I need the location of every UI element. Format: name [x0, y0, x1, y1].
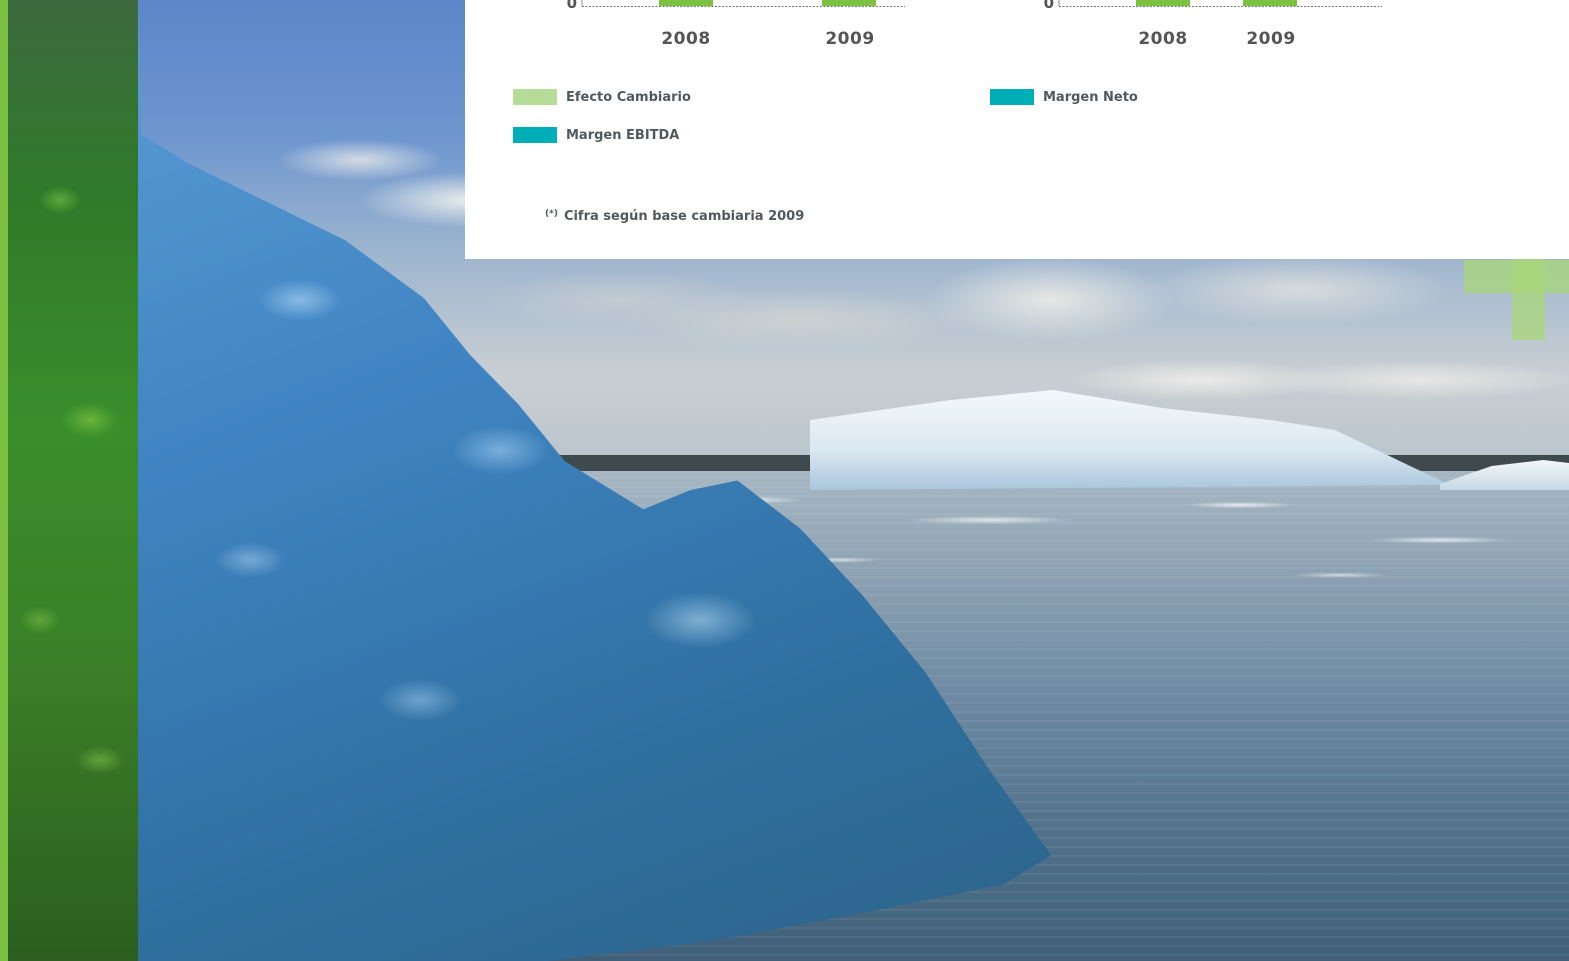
x-tick-label-2008: 2008 — [1138, 29, 1187, 49]
x-tick-label-2009: 2009 — [825, 29, 874, 49]
legend-item-margen-neto: Margen Neto — [990, 89, 1138, 105]
bar-2009 — [822, 0, 876, 6]
legend-label: Margen EBITDA — [566, 127, 680, 143]
x-tick-label-2009: 2009 — [1246, 29, 1295, 49]
green-side-band — [0, 0, 138, 961]
bar-2008 — [1136, 0, 1190, 6]
legend-label: Efecto Cambiario — [566, 89, 691, 105]
y-tick-label: 0 — [1044, 0, 1054, 12]
legend-label: Margen Neto — [1043, 89, 1138, 105]
y-tick-label: 0 — [567, 0, 577, 12]
chart-card: 0 2008 2009 0 2008 2009 Efecto Cambiario… — [465, 0, 1569, 259]
x-tick-label-2008: 2008 — [661, 29, 710, 49]
footnote: (*) Cifra según base cambiaria 2009 — [545, 209, 804, 224]
legend-swatch-margen-neto — [990, 89, 1034, 105]
footnote-marker: (*) — [545, 209, 558, 219]
bar-2009 — [1243, 0, 1297, 6]
green-edge-strip — [0, 0, 8, 961]
footnote-text: Cifra según base cambiaria 2009 — [563, 209, 805, 224]
decorative-cross-horizontal — [1464, 260, 1569, 293]
chart-panel-ebitda: 0 2008 2009 — [565, 0, 925, 60]
legend-item-margen-ebitda: Margen EBITDA — [513, 127, 679, 143]
chart-neto-svg: 0 2008 2009 — [1044, 0, 1382, 49]
chart-ebitda-svg: 0 2008 2009 — [567, 0, 905, 49]
chart-panel-neto: 0 2008 2009 — [1042, 0, 1402, 60]
bar-2008 — [659, 0, 713, 6]
legend-swatch-efecto-cambiario — [513, 89, 557, 105]
legend-swatch-margen-ebitda — [513, 127, 557, 143]
legend-item-efecto-cambiario: Efecto Cambiario — [513, 89, 691, 105]
